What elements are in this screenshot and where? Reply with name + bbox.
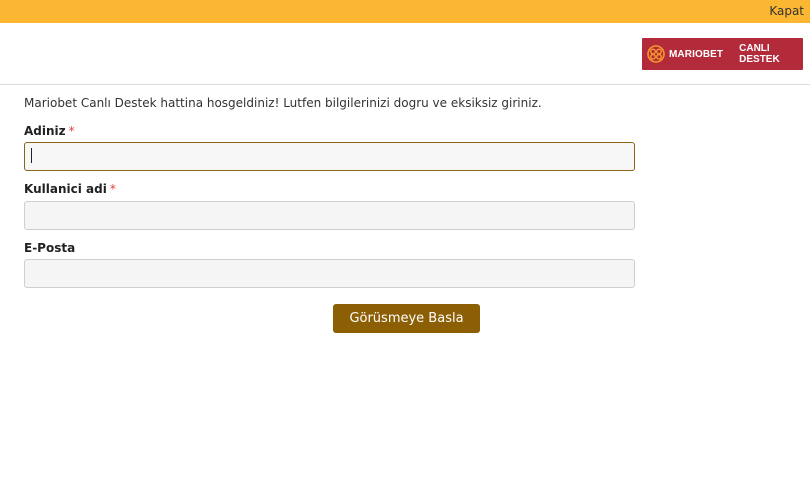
name-label: Adiniz * [24,124,75,138]
name-input[interactable] [24,142,635,171]
required-marker: * [68,124,75,138]
mariobet-logo-icon [647,45,665,63]
required-marker: * [109,182,116,196]
name-label-text: Adiniz [24,124,66,138]
username-label: Kullanici adi * [24,182,116,196]
email-label-text: E-Posta [24,241,76,255]
email-label: E-Posta [24,241,75,255]
top-bar: Kapat [0,0,810,23]
logo-subtitle-text: CANLI DESTEK [739,43,780,65]
username-label-text: Kullanici adi [24,182,107,196]
logo-brand-text: MARIOBET [669,48,724,60]
close-link[interactable]: Kapat [769,4,804,18]
header: MARIOBET CANLI DESTEK [0,23,810,85]
start-chat-button[interactable]: Görüsmeye Basla [333,304,480,333]
mariobet-logo: MARIOBET CANLI DESTEK [642,38,803,70]
welcome-text: Mariobet Canlı Destek hattina hosgeldini… [24,96,542,110]
email-input[interactable] [24,259,635,288]
username-input[interactable] [24,201,635,230]
text-caret [31,148,32,163]
